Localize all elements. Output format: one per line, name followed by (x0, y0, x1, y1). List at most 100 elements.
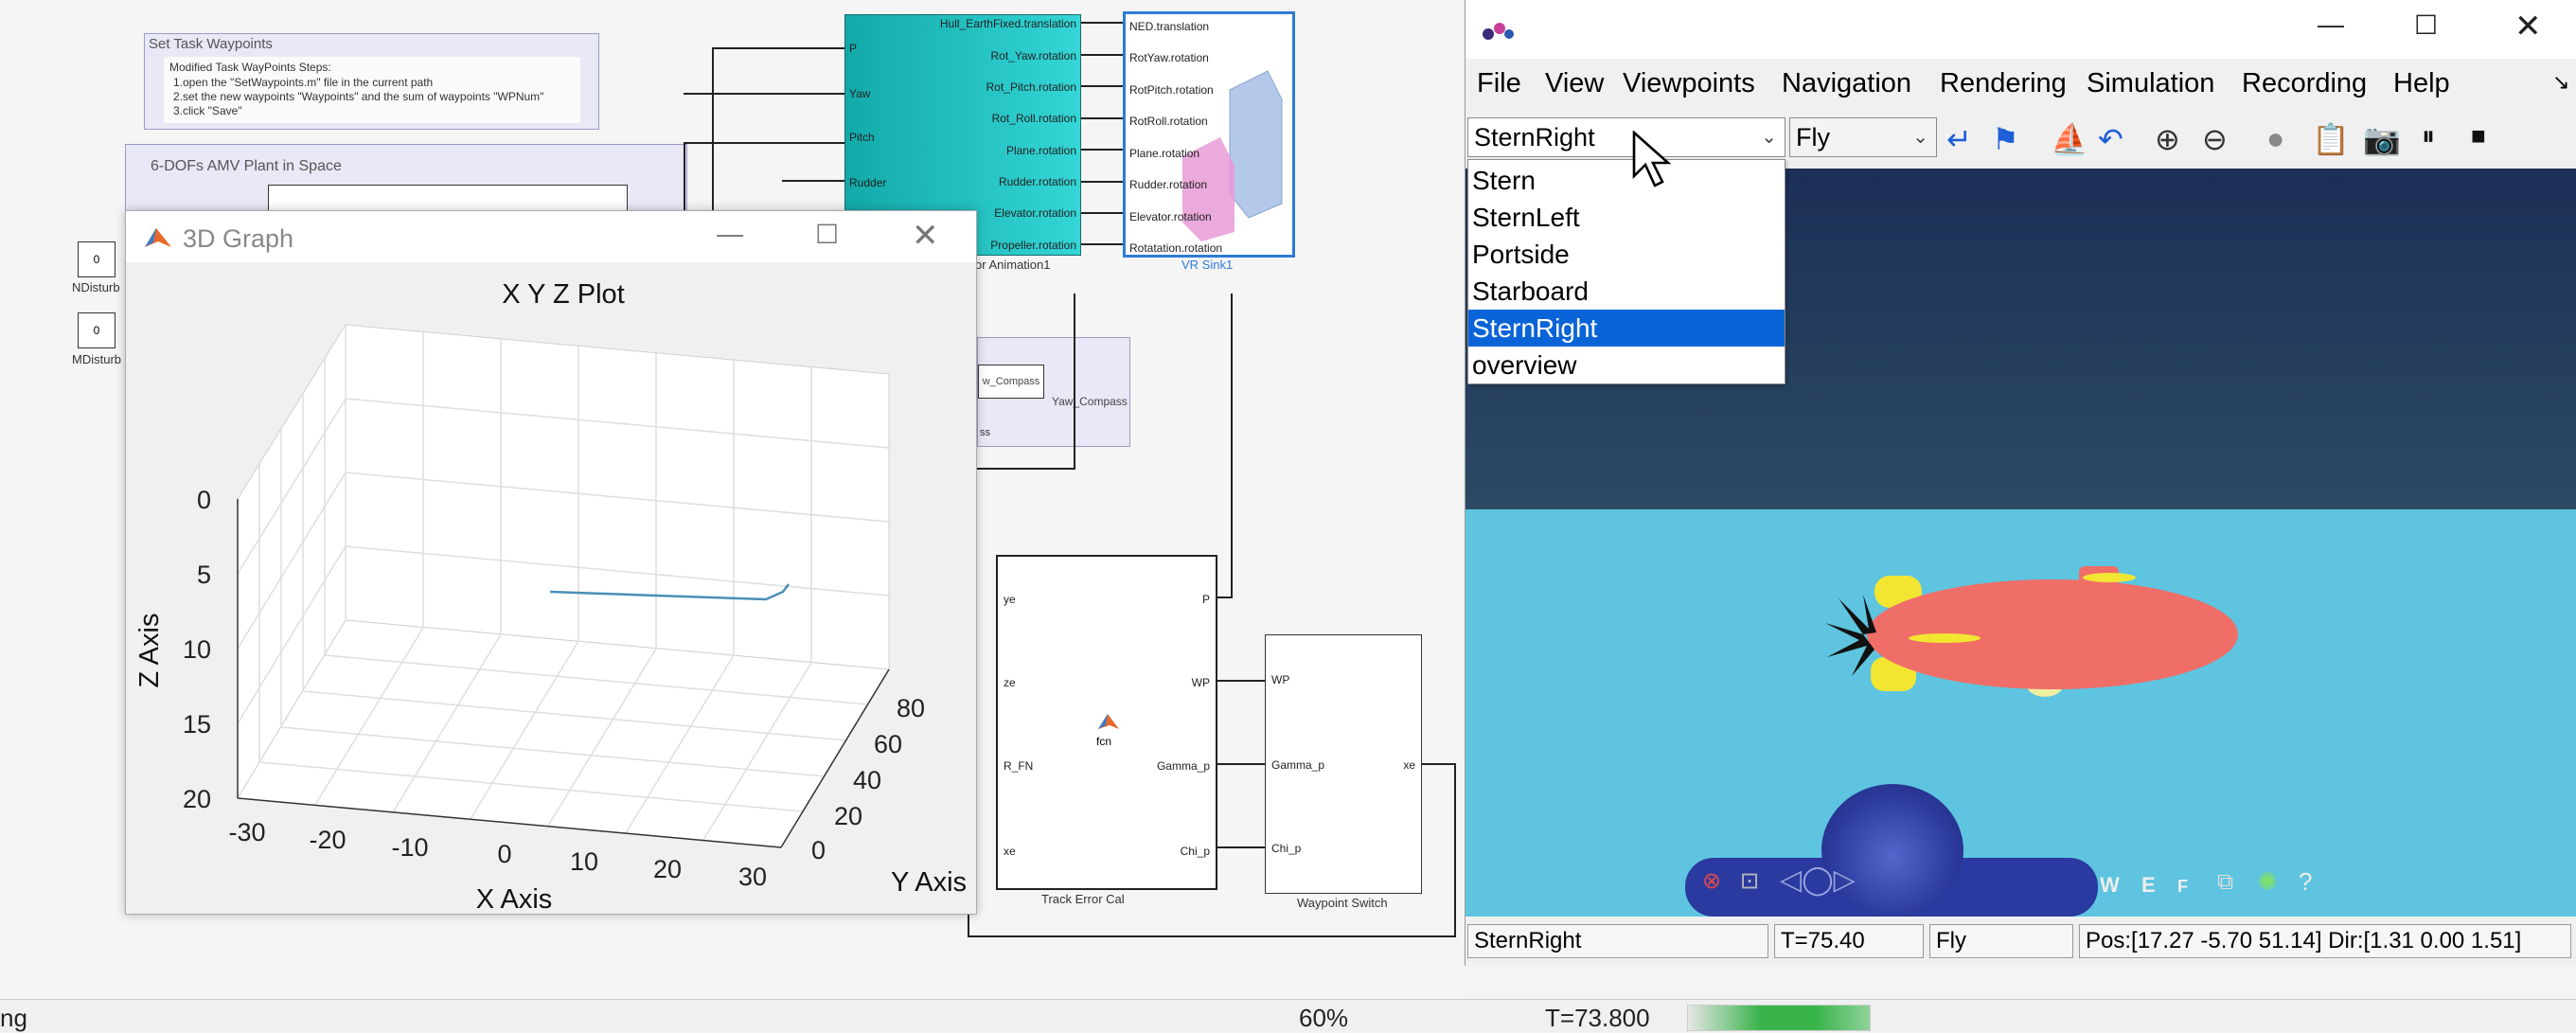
nav-help-icon[interactable]: ? (2299, 867, 2312, 897)
compass-subsystem[interactable]: w_Compass Yaw_Compass ss (977, 337, 1130, 447)
undo-move-icon[interactable]: ↶ (2098, 121, 2123, 157)
z-tick-4: 20 (183, 785, 211, 813)
menu-simulation[interactable]: Simulation (2087, 68, 2214, 99)
chevron-down-icon: ⌄ (1761, 127, 1777, 148)
waypoint-switch-block[interactable]: WP Gamma_p Chi_p xe (1265, 634, 1422, 894)
vr-in-3: RotRoll.rotation (1129, 115, 1208, 128)
waypoints-note-line-2: 1.open the "SetWaypoints.m" file in the … (173, 76, 434, 89)
camera-icon[interactable]: 📷 (2363, 121, 2401, 157)
track-out-chi: Chi_p (1180, 845, 1210, 858)
status-viewpoint: SternRight (1467, 924, 1768, 958)
plant-subsystem[interactable]: 6-DOFs AMV Plant in Space (125, 144, 687, 221)
menu-rendering[interactable]: Rendering (1940, 68, 2067, 99)
anim-out-7: Propeller.rotation (990, 239, 1076, 252)
chevron-down-icon: ⌄ (1912, 127, 1928, 148)
nav-viewpoints-icon[interactable]: ⧉ (2217, 869, 2233, 896)
matlab-logo-icon (145, 228, 171, 247)
label-ndisturb: NDisturb (72, 280, 120, 294)
menu-view[interactable]: View (1545, 68, 1604, 99)
x-tick-3: 0 (497, 840, 511, 868)
viewpoint-option-stern[interactable]: Stern (1468, 162, 1785, 199)
vr-minimize-button[interactable]: — (2318, 9, 2344, 40)
vr-sink-block[interactable]: NED.translation RotYaw.rotation RotPitch… (1123, 11, 1295, 258)
viewpoint-option-sternleft[interactable]: SternLeft (1468, 199, 1785, 236)
menu-navigation[interactable]: Navigation (1782, 68, 1911, 99)
nav-e-button[interactable]: E (2141, 873, 2156, 898)
track-in-ze: ze (1004, 676, 1016, 689)
vr-in-0: NED.translation (1129, 20, 1210, 33)
viewpoint-option-portside[interactable]: Portside (1468, 236, 1785, 273)
viewpoint-option-overview[interactable]: overview (1468, 347, 1785, 383)
menu-file[interactable]: File (1477, 68, 1521, 99)
nav-w-button[interactable]: W (2100, 873, 2120, 898)
vr-in-1: RotYaw.rotation (1129, 51, 1209, 64)
constant-mdisturb[interactable]: 0 (78, 312, 115, 348)
navigation-wheel[interactable] (1821, 784, 1963, 917)
nav-f-button[interactable]: F (2177, 877, 2188, 897)
maximize-button[interactable]: ☐ (815, 219, 839, 250)
graph-window-title: 3D Graph (183, 224, 294, 253)
nav-headlight-icon[interactable]: ✺ (2257, 867, 2278, 897)
graph-window[interactable]: 3D Graph — ☐ ✕ X Y Z Plot 0 5 10 15 20 Z… (125, 210, 977, 915)
z-tick-3: 15 (183, 710, 211, 739)
compass-inner-label: w_Compass (982, 376, 1040, 387)
track-in-ye: ye (1004, 593, 1016, 606)
record-icon[interactable]: ● (2266, 121, 2284, 156)
straighten-up-icon[interactable]: ⛵ (2051, 121, 2088, 157)
create-viewpoint-flag-icon[interactable]: ⚑ (1992, 121, 2019, 157)
zoom-in-icon[interactable]: ⊕ (2155, 121, 2180, 157)
return-to-viewpoint-icon[interactable]: ↵ (1946, 121, 1972, 157)
status-position: Pos:[17.27 -5.70 51.14] Dir:[1.31 0.00 1… (2079, 924, 2571, 958)
menu-recording[interactable]: Recording (2242, 68, 2367, 99)
restore-arrow-icon[interactable]: ↘ (2552, 70, 2569, 95)
xyz-plot[interactable]: X Y Z Plot 0 5 10 15 20 Z Axis -30 -20 -… (126, 262, 976, 914)
track-out-gamma: Gamma_p (1156, 759, 1210, 773)
waypoints-note-line-3: 2.set the new waypoints "Waypoints" and … (173, 90, 544, 103)
vr-viewer-window[interactable]: — ☐ ✕ File View Viewpoints Navigation Re… (1465, 0, 2576, 966)
viewpoint-dropdown-list[interactable]: Stern SternLeft Portside Starboard Stern… (1467, 159, 1785, 384)
track-error-block[interactable]: ye ze R_FN xe P WP Gamma_p Chi_p fcn (996, 555, 1217, 890)
nav-mode-select[interactable]: Fly ⌄ (1789, 117, 1937, 157)
close-button[interactable]: ✕ (912, 217, 939, 255)
waypoint-switch-caption: Waypoint Switch (1297, 896, 1388, 910)
x-axis-label: X Axis (476, 884, 553, 914)
waypoints-note-line-1: Modified Task WayPoints Steps: (169, 61, 331, 74)
edit-icon[interactable]: 📋 (2312, 121, 2350, 157)
switch-in-chi: Chi_p (1271, 842, 1302, 855)
viewpoint-select[interactable]: SternRight ⌄ (1467, 117, 1785, 157)
nav-close-icon[interactable]: ⊗ (1702, 867, 1721, 895)
z-axis-label: Z Axis (134, 614, 165, 688)
stop-icon[interactable]: ■ (2471, 121, 2486, 151)
viewpoint-select-value: SternRight (1474, 123, 1595, 151)
track-in-xe: xe (1004, 845, 1016, 858)
y-tick-0: 0 (811, 836, 826, 864)
anim-out-2: Rot_Pitch.rotation (986, 80, 1076, 94)
mouse-cursor-icon (1632, 131, 1672, 187)
label-mdisturb: MDisturb (72, 352, 122, 366)
simulink-status-bar: ng 60% T=73.800 (0, 999, 2576, 1033)
compass-inner-block[interactable]: w_Compass (978, 365, 1044, 399)
nav-left-icon[interactable]: ◁◯▷ (1780, 864, 1856, 897)
vr-titlebar[interactable]: — ☐ ✕ (1466, 0, 2576, 59)
status-left-text: ng (0, 1004, 27, 1032)
vr-close-button[interactable]: ✕ (2514, 8, 2542, 45)
minimize-button[interactable]: — (717, 219, 743, 249)
vr-maximize-button[interactable]: ☐ (2414, 9, 2438, 41)
nav-toggle-icon[interactable]: ⊡ (1740, 867, 1759, 895)
pause-icon[interactable]: ⏸ (2422, 121, 2435, 152)
constant-ndisturb[interactable]: 0 (78, 241, 115, 277)
x-tick-4: 10 (570, 847, 598, 876)
matlab-function-icon (1098, 714, 1119, 729)
z-tick-2: 10 (183, 635, 211, 664)
graph-window-titlebar[interactable]: 3D Graph — ☐ ✕ (126, 211, 976, 262)
menu-help[interactable]: Help (2393, 68, 2450, 99)
zoom-out-icon[interactable]: ⊖ (2202, 121, 2228, 157)
viewpoint-option-sternright[interactable]: SternRight (1468, 310, 1785, 347)
waypoints-note-line-4: 3.click "Save" (173, 104, 242, 117)
track-in-rfn: R_FN (1004, 759, 1034, 773)
anim-out-4: Plane.rotation (1005, 144, 1076, 157)
menu-viewpoints[interactable]: Viewpoints (1623, 68, 1755, 99)
x-tick-6: 30 (738, 863, 767, 891)
waypoints-note[interactable]: Set Task Waypoints Modified Task WayPoin… (144, 33, 599, 130)
viewpoint-option-starboard[interactable]: Starboard (1468, 273, 1785, 310)
